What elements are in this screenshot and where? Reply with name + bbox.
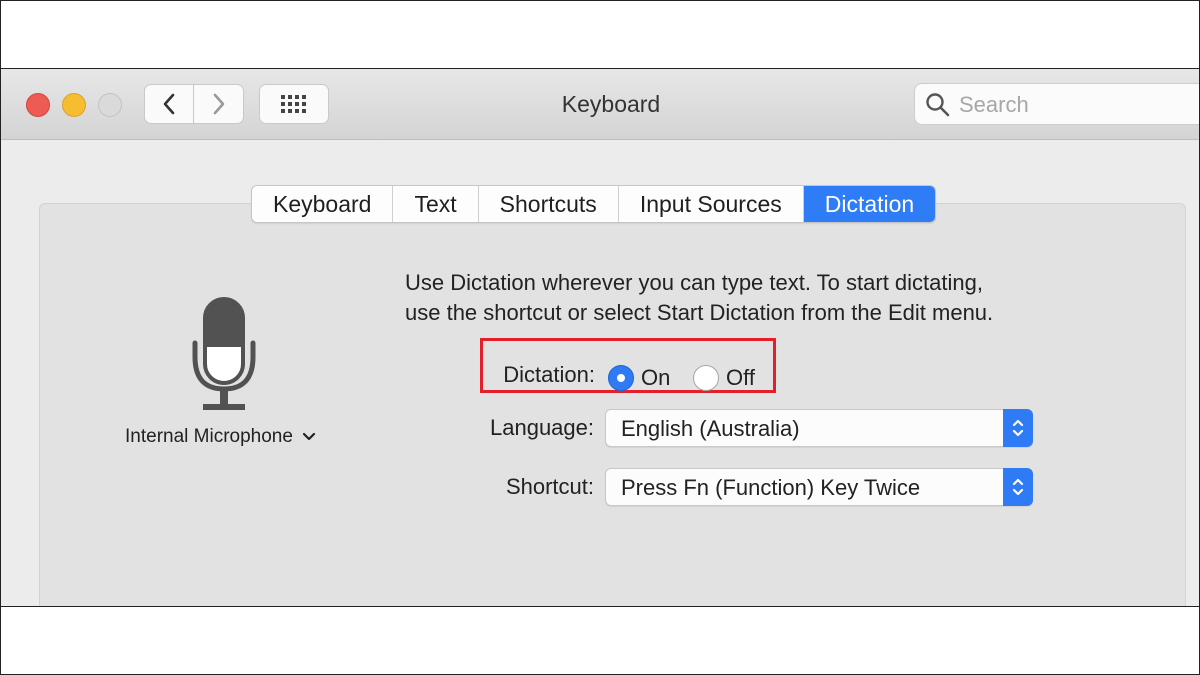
language-select[interactable]: English (Australia) — [605, 409, 1033, 447]
tab-shortcuts[interactable]: Shortcuts — [479, 186, 619, 222]
microphone-source-label: Internal Microphone — [125, 426, 293, 447]
language-value: English (Australia) — [621, 416, 800, 441]
dictation-label: Dictation: — [503, 362, 595, 387]
microphone-selector[interactable]: Internal Microphone — [125, 426, 316, 448]
dictation-on-label[interactable]: On — [641, 365, 670, 391]
language-label: Language: — [490, 415, 594, 440]
shortcut-select[interactable]: Press Fn (Function) Key Twice — [605, 468, 1033, 506]
tab-input-sources[interactable]: Input Sources — [619, 186, 804, 222]
tab-bar: Keyboard Text Shortcuts Input Sources Di… — [251, 185, 937, 223]
microphone-icon — [192, 297, 256, 410]
shortcut-value: Press Fn (Function) Key Twice — [621, 475, 921, 500]
updown-chevron-icon — [1012, 419, 1024, 437]
dictation-off-label[interactable]: Off — [726, 365, 755, 391]
shortcut-stepper[interactable] — [1003, 468, 1033, 506]
search-field[interactable] — [914, 83, 1199, 125]
dictation-on-radio[interactable] — [608, 365, 634, 391]
tab-keyboard[interactable]: Keyboard — [252, 186, 394, 222]
tab-dictation[interactable]: Dictation — [803, 186, 936, 222]
chevron-down-icon — [303, 432, 316, 441]
language-stepper[interactable] — [1003, 409, 1033, 447]
description-line-2: use the shortcut or select Start Dictati… — [405, 300, 994, 325]
tab-text[interactable]: Text — [393, 186, 479, 222]
description-line-1: Use Dictation wherever you can type text… — [405, 270, 983, 295]
shortcut-label: Shortcut: — [505, 474, 594, 499]
preferences-window: Keyboard Keyboard Text Shortcuts Input S… — [1, 68, 1199, 607]
updown-chevron-icon — [1012, 478, 1024, 496]
dictation-description: Use Dictation wherever you can type text… — [405, 268, 993, 328]
search-input[interactable] — [957, 90, 1199, 120]
search-icon — [926, 93, 950, 117]
dictation-off-radio[interactable] — [693, 365, 719, 391]
title-bar: Keyboard — [1, 69, 1199, 140]
